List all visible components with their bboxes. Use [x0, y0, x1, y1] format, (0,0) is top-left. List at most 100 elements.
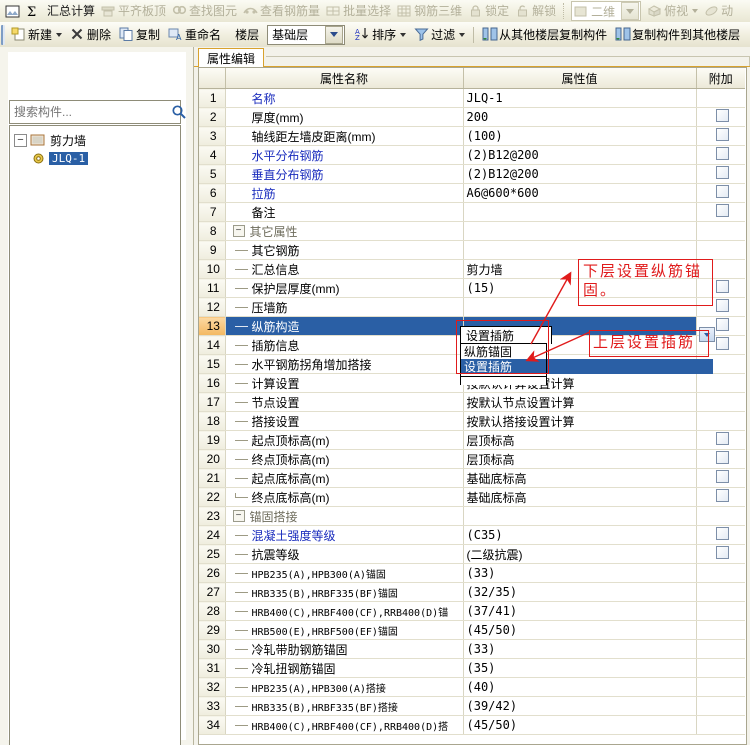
- property-value-cell[interactable]: (33): [463, 639, 697, 659]
- top-view-chevron-down-icon[interactable]: [692, 9, 699, 13]
- extra-cell[interactable]: [696, 107, 745, 127]
- property-name-cell[interactable]: 起点顶标高(m): [225, 430, 464, 450]
- table-row[interactable]: 30 冷轧带肋钢筋锚固 (33): [199, 639, 745, 659]
- header-extra[interactable]: 附加: [696, 68, 745, 89]
- property-value-cell[interactable]: (37/41): [463, 601, 697, 621]
- extra-cell[interactable]: [696, 202, 745, 222]
- extra-checkbox[interactable]: [715, 204, 729, 217]
- row-number[interactable]: 29: [199, 620, 226, 640]
- property-value-cell[interactable]: (2)B12@200: [463, 164, 697, 184]
- row-number[interactable]: 2: [199, 107, 226, 127]
- tab-property-editor[interactable]: 属性编辑: [198, 48, 265, 67]
- property-value-cell[interactable]: 层顶标高: [463, 430, 697, 450]
- search-icon[interactable]: [171, 102, 187, 122]
- table-row[interactable]: 8− 其它属性: [199, 221, 745, 241]
- property-value-cell[interactable]: (45/50): [463, 620, 697, 640]
- extra-cell[interactable]: [696, 411, 745, 431]
- row-number[interactable]: 14: [199, 335, 226, 355]
- table-row[interactable]: 17 节点设置 按默认节点设置计算: [199, 392, 745, 412]
- extra-checkbox[interactable]: [715, 147, 729, 160]
- extra-cell[interactable]: [696, 145, 745, 165]
- group-collapse-icon[interactable]: −: [232, 225, 245, 237]
- tree-node-shear-wall[interactable]: − 剪力墙: [10, 131, 180, 149]
- toolbar-button-align-slab-top[interactable]: 平齐板顶: [98, 1, 169, 21]
- row-number[interactable]: 19: [199, 430, 226, 450]
- row-number[interactable]: 9: [199, 240, 226, 260]
- property-name-cell[interactable]: 名称: [225, 88, 464, 108]
- extra-cell[interactable]: [696, 506, 745, 526]
- extra-cell[interactable]: [696, 696, 745, 716]
- toolbar-button-sigma[interactable]: Σ: [23, 1, 42, 21]
- property-name-cell[interactable]: 备注: [225, 202, 464, 222]
- property-name-cell[interactable]: 冷轧带肋钢筋锚固: [225, 639, 464, 659]
- new-chevron-down-icon[interactable]: [56, 32, 63, 37]
- toolbar-button-rebar-3d[interactable]: 钢筋三维: [394, 1, 465, 21]
- floor-select-chevron-down-icon[interactable]: [325, 25, 344, 44]
- table-row[interactable]: 7 备注: [199, 202, 745, 222]
- property-name-cell[interactable]: 计算设置: [225, 373, 464, 393]
- header-property-name[interactable]: 属性名称: [225, 68, 464, 89]
- toolbar-button-unlock[interactable]: 解锁: [512, 1, 559, 21]
- property-value-cell[interactable]: 基础底标高: [463, 487, 697, 507]
- property-grid[interactable]: 属性名称 属性值 附加 1 名称 JLQ-1 2 厚度(mm) 200 3 轴线距左墙皮距离(…: [198, 67, 747, 745]
- property-value-cell[interactable]: 按默认节点设置计算: [463, 392, 697, 412]
- property-name-cell[interactable]: 汇总信息: [225, 259, 464, 279]
- trailing-button[interactable]: 主: [744, 24, 750, 46]
- property-name-cell[interactable]: 搭接设置: [225, 411, 464, 431]
- row-number[interactable]: 8: [199, 221, 226, 241]
- extra-cell[interactable]: [696, 639, 745, 659]
- toolbar-button-summary-calc[interactable]: 汇总计算: [42, 1, 98, 21]
- row-number[interactable]: 1: [199, 88, 226, 108]
- row-number[interactable]: 24: [199, 525, 226, 545]
- table-row[interactable]: 32 HPB235(A),HPB300(A)搭接 (40): [199, 677, 745, 697]
- extra-checkbox[interactable]: [715, 280, 729, 293]
- property-name-cell[interactable]: 起点底标高(m): [225, 468, 464, 488]
- property-name-cell[interactable]: 水平钢筋拐角增加搭接: [225, 354, 464, 374]
- extra-cell[interactable]: [696, 221, 745, 241]
- table-row[interactable]: 20 终点顶标高(m) 层顶标高: [199, 449, 745, 469]
- row-number[interactable]: 13: [199, 316, 226, 336]
- search-input[interactable]: [10, 102, 171, 122]
- row-number[interactable]: 21: [199, 468, 226, 488]
- property-name-cell[interactable]: − 其它属性: [225, 221, 464, 241]
- property-value-cell[interactable]: 基础底标高: [463, 468, 697, 488]
- extra-cell[interactable]: [696, 88, 745, 108]
- row-number[interactable]: 6: [199, 183, 226, 203]
- toolbar-button-top-view[interactable]: 俯视: [644, 1, 701, 21]
- row-number[interactable]: 17: [199, 392, 226, 412]
- extra-cell[interactable]: [696, 183, 745, 203]
- property-value-cell[interactable]: (C35): [463, 525, 697, 545]
- sort-chevron-down-icon[interactable]: [400, 32, 407, 37]
- property-value-cell[interactable]: A6@600*600: [463, 183, 697, 203]
- copy-from-other-floor-button[interactable]: 从其他楼层复制构件: [478, 24, 611, 46]
- row-number[interactable]: 7: [199, 202, 226, 222]
- row-number[interactable]: 4: [199, 145, 226, 165]
- property-name-cell[interactable]: 保护层厚度(mm): [225, 278, 464, 298]
- row-number[interactable]: 10: [199, 259, 226, 279]
- property-name-cell[interactable]: 轴线距左墙皮距离(mm): [225, 126, 464, 146]
- property-name-cell[interactable]: 纵筋构造: [225, 316, 464, 336]
- table-row[interactable]: 24 混凝土强度等级 (C35): [199, 525, 745, 545]
- extra-checkbox[interactable]: [715, 185, 729, 198]
- extra-cell[interactable]: [696, 373, 745, 393]
- toolbar-button-lock[interactable]: 锁定: [465, 1, 512, 21]
- row-number[interactable]: 33: [199, 696, 226, 716]
- table-row[interactable]: 31 冷轧扭钢筋锚固 (35): [199, 658, 745, 678]
- property-name-cell[interactable]: 压墙筋: [225, 297, 464, 317]
- property-name-cell[interactable]: HPB235(A),HPB300(A)锚固: [225, 563, 464, 583]
- extra-checkbox[interactable]: [715, 299, 729, 312]
- extra-cell[interactable]: [696, 601, 745, 621]
- rename-component-button[interactable]: A 重命名: [164, 24, 225, 46]
- extra-checkbox[interactable]: [715, 166, 729, 179]
- property-value-cell[interactable]: (32/35): [463, 582, 697, 602]
- property-name-cell[interactable]: HRB500(E),HRBF500(EF)锚固: [225, 620, 464, 640]
- row-number[interactable]: 11: [199, 278, 226, 298]
- extra-cell[interactable]: [696, 164, 745, 184]
- table-row[interactable]: 28 HRB400(C),HRBF400(CF),RRB400(D)锚 (37/41…: [199, 601, 745, 621]
- table-row[interactable]: 23− 锚固搭接: [199, 506, 745, 526]
- floor-select[interactable]: 基础层: [267, 24, 346, 45]
- row-number[interactable]: 34: [199, 715, 226, 735]
- table-row[interactable]: 6 拉筋 A6@600*600: [199, 183, 745, 203]
- extra-checkbox[interactable]: [715, 527, 729, 540]
- extra-cell[interactable]: [696, 620, 745, 640]
